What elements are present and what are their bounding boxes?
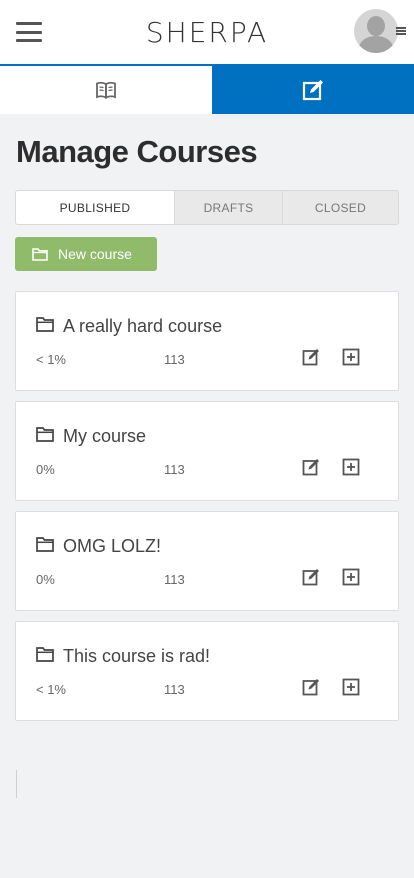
edit-icon[interactable] <box>302 568 320 586</box>
edit-icon[interactable] <box>302 678 320 696</box>
course-card: My course 0% 113 <box>15 401 399 501</box>
course-progress: 0% <box>36 462 55 477</box>
top-bar: SHERPA <box>0 0 414 64</box>
hamburger-icon[interactable] <box>16 22 42 42</box>
user-menu-button[interactable] <box>354 9 406 55</box>
folder-icon <box>36 317 54 332</box>
tab-closed[interactable]: CLOSED <box>283 191 398 224</box>
app-root: SHERPA Manage Courses PUBLISHED DRAFTS C… <box>0 0 414 878</box>
add-icon[interactable] <box>342 678 360 696</box>
new-course-button[interactable]: New course <box>15 237 157 271</box>
brand-title: SHERPA <box>145 15 269 49</box>
course-progress: < 1% <box>36 352 66 367</box>
course-name[interactable]: A really hard course <box>63 316 222 337</box>
folder-icon <box>36 427 54 442</box>
folder-icon <box>36 647 54 662</box>
course-card: A really hard course < 1% 113 <box>15 291 399 391</box>
view-tabs <box>0 64 414 114</box>
tab-published[interactable]: PUBLISHED <box>16 191 175 224</box>
edit-icon[interactable] <box>302 348 320 366</box>
edit-icon <box>302 80 323 101</box>
course-progress: < 1% <box>36 682 66 697</box>
book-icon <box>96 81 116 99</box>
folder-icon <box>32 248 48 261</box>
course-card: This course is rad! < 1% 113 <box>15 621 399 721</box>
course-count: 113 <box>164 462 185 477</box>
user-avatar-icon <box>354 9 398 53</box>
course-name[interactable]: This course is rad! <box>63 646 210 667</box>
menu-lines-icon <box>396 27 406 35</box>
folder-icon <box>36 537 54 552</box>
add-icon[interactable] <box>342 568 360 586</box>
new-course-label: New course <box>58 246 132 262</box>
add-icon[interactable] <box>342 348 360 366</box>
course-progress: 0% <box>36 572 55 587</box>
add-icon[interactable] <box>342 458 360 476</box>
course-name[interactable]: My course <box>63 426 146 447</box>
course-count: 113 <box>164 572 185 587</box>
course-count: 113 <box>164 682 185 697</box>
course-card: OMG LOLZ! 0% 113 <box>15 511 399 611</box>
status-filter-tabs: PUBLISHED DRAFTS CLOSED <box>15 190 399 225</box>
tab-drafts[interactable]: DRAFTS <box>175 191 283 224</box>
course-count: 113 <box>164 352 185 367</box>
course-name[interactable]: OMG LOLZ! <box>63 536 161 557</box>
edit-icon[interactable] <box>302 458 320 476</box>
page-title: Manage Courses <box>16 134 258 169</box>
scroll-indicator <box>16 770 17 798</box>
tab-manage[interactable] <box>212 66 414 114</box>
tab-browse[interactable] <box>0 66 212 114</box>
